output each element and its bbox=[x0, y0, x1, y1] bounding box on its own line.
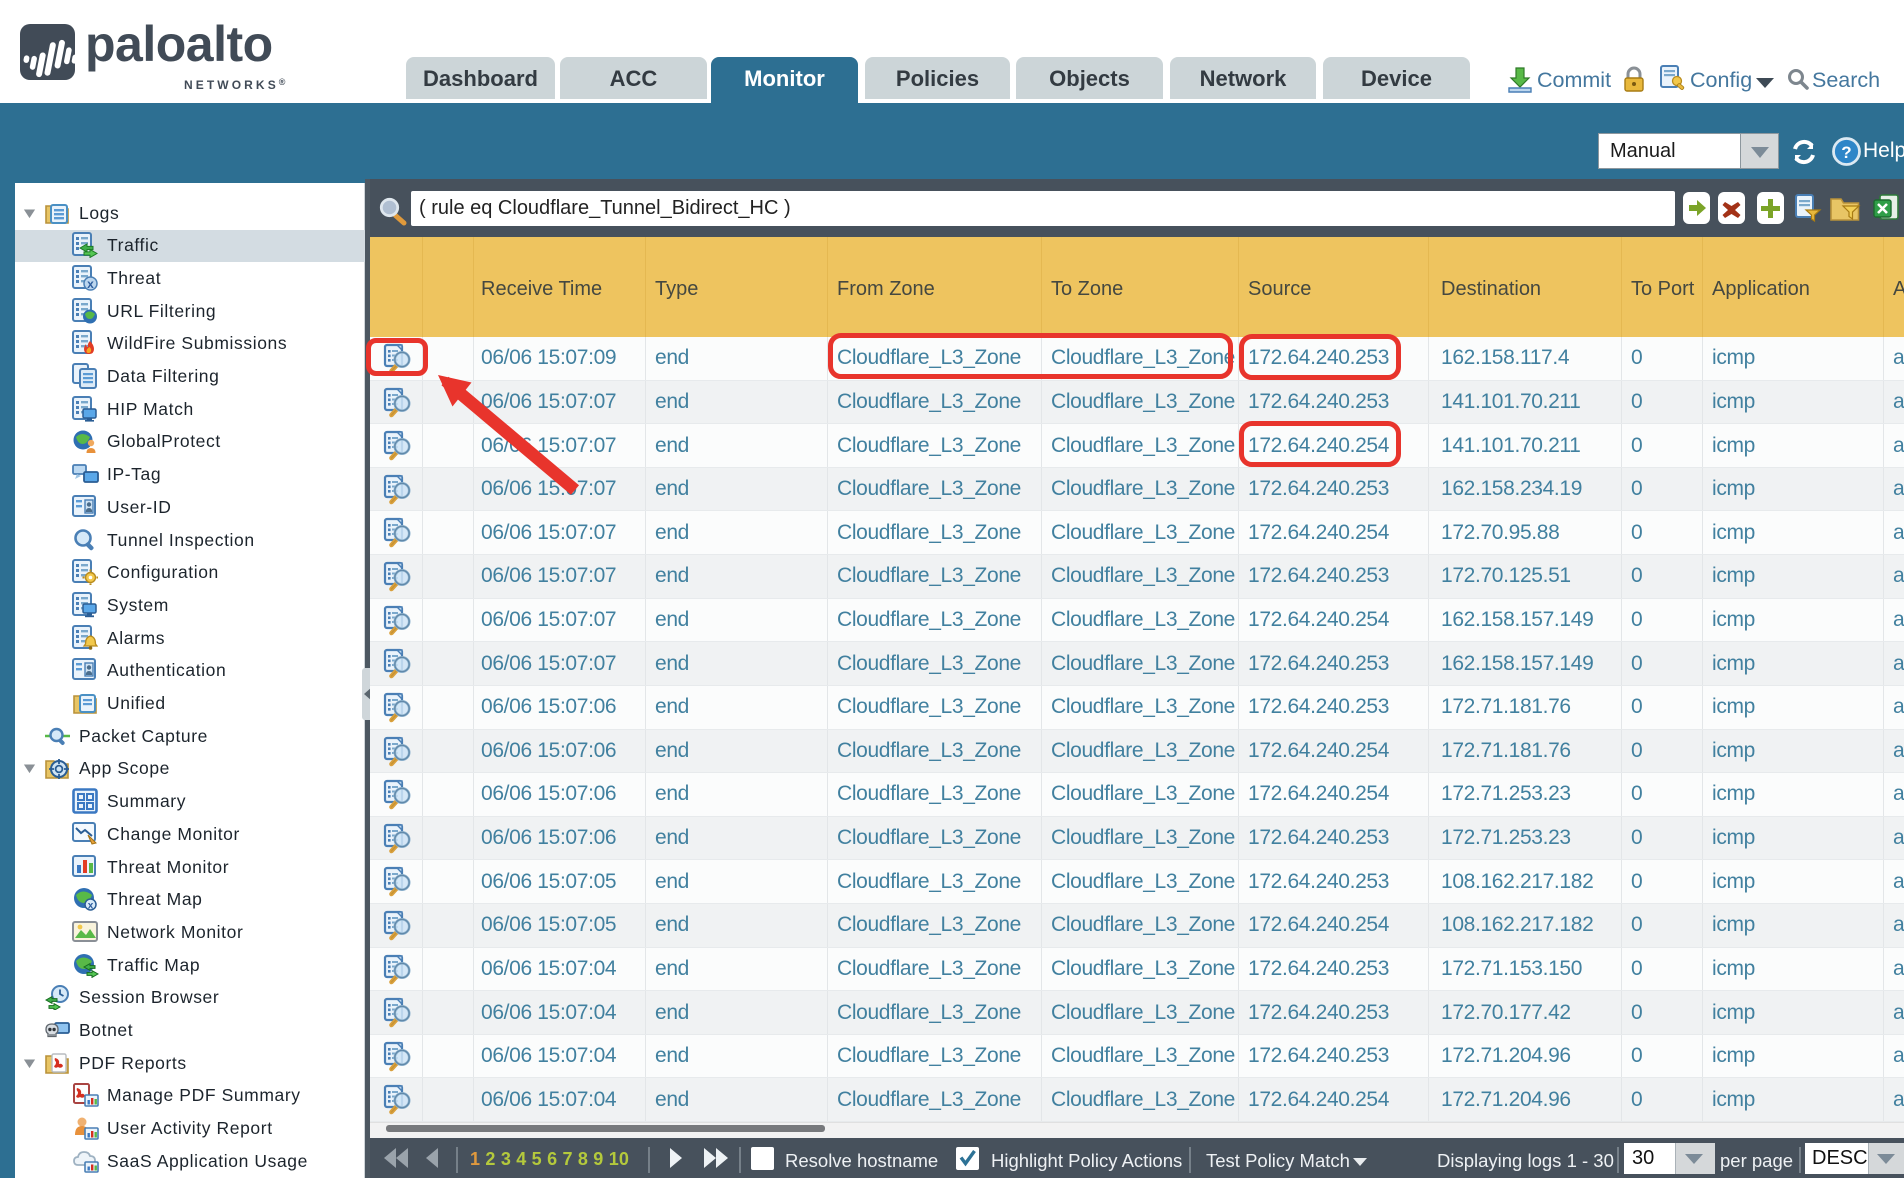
svg-text:?: ? bbox=[1841, 143, 1851, 162]
svg-text:x: x bbox=[87, 277, 94, 291]
svg-text:x: x bbox=[88, 901, 94, 912]
